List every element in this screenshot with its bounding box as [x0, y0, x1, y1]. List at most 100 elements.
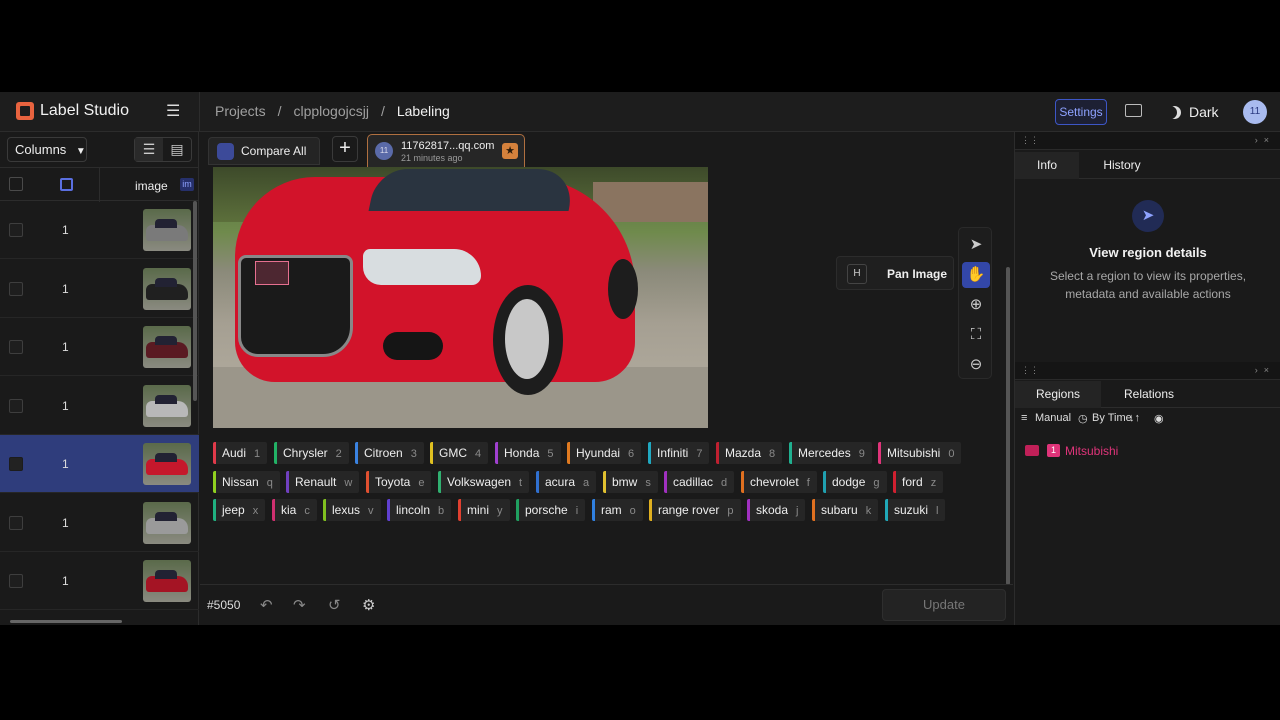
label-mini[interactable]: mini y — [458, 499, 510, 521]
breadcrumb-project[interactable]: clpplogojcsjj — [293, 103, 368, 119]
label-skoda[interactable]: skoda j — [747, 499, 806, 521]
user-avatar[interactable]: 11 — [1243, 100, 1267, 124]
panel-controls[interactable]: ›× — [1255, 135, 1275, 145]
star-icon[interactable]: ★ — [502, 143, 518, 159]
label-renault[interactable]: Renault w — [286, 470, 360, 493]
drag-handle-icon[interactable]: ⋮⋮ — [1021, 365, 1039, 376]
label-range-rover[interactable]: range rover p — [649, 499, 741, 521]
image-canvas[interactable] — [213, 167, 708, 428]
image-thumbnail[interactable] — [143, 326, 191, 368]
label-mercedes[interactable]: Mercedes 9 — [789, 442, 872, 464]
region-bounding-box[interactable] — [255, 261, 289, 285]
grid-view-icon[interactable]: ▤ — [163, 138, 191, 161]
tab-history[interactable]: History — [1085, 152, 1159, 179]
zoom-in-icon[interactable]: ⊕ — [962, 292, 990, 318]
table-row[interactable]: 1 — [0, 377, 199, 435]
label-lexus[interactable]: lexus v — [323, 499, 381, 521]
table-row[interactable]: 1 — [0, 318, 199, 376]
label-bmw[interactable]: bmw s — [603, 470, 658, 493]
table-row[interactable]: 1 — [0, 260, 199, 318]
table-row[interactable]: 1 — [0, 201, 199, 259]
tab-info[interactable]: Info — [1015, 152, 1079, 179]
label-dodge[interactable]: dodge g — [823, 470, 887, 493]
row-checkbox[interactable] — [9, 281, 23, 296]
label-ram[interactable]: ram o — [592, 499, 643, 521]
label-citroen[interactable]: Citroen 3 — [355, 442, 424, 464]
tab-regions[interactable]: Regions — [1015, 381, 1101, 408]
label-suzuki[interactable]: suzuki l — [885, 499, 946, 521]
image-thumbnail[interactable] — [143, 501, 191, 544]
row-checkbox[interactable] — [9, 574, 23, 588]
label-ford[interactable]: ford z — [893, 470, 944, 493]
redo-icon[interactable]: ↷ — [293, 596, 306, 614]
app-logo[interactable]: Label Studio — [16, 102, 129, 120]
image-thumbnail[interactable] — [143, 384, 191, 427]
add-annotation-button[interactable]: + — [332, 136, 358, 162]
label-lincoln[interactable]: lincoln b — [387, 499, 452, 521]
pan-hand-icon[interactable]: ✋ — [962, 262, 990, 288]
image-thumbnail[interactable] — [143, 267, 191, 310]
breadcrumb-projects[interactable]: Projects — [215, 103, 266, 119]
table-row[interactable]: 1 — [0, 494, 199, 552]
undo-icon[interactable]: ↶ — [260, 596, 273, 614]
tab-relations[interactable]: Relations — [1107, 381, 1191, 408]
settings-button[interactable]: Settings — [1055, 99, 1107, 125]
label-audi[interactable]: Audi 1 — [213, 442, 268, 464]
select-all-checkbox[interactable] — [9, 177, 23, 191]
list-view-icon[interactable]: ☰ — [135, 138, 163, 161]
label-volkswagen[interactable]: Volkswagen t — [438, 470, 530, 493]
label-infiniti[interactable]: Infiniti 7 — [648, 442, 710, 464]
settings-sliders-icon[interactable]: ⚙ — [362, 596, 375, 614]
label-mazda[interactable]: Mazda 8 — [716, 442, 783, 464]
manual-sort-label[interactable]: Manual — [1035, 412, 1071, 424]
canvas-scrollbar[interactable] — [1006, 267, 1010, 585]
label-acura[interactable]: acura a — [536, 470, 597, 493]
sort-direction-icon[interactable]: ↓↑ — [1129, 412, 1140, 424]
zoom-out-icon[interactable]: ⊖ — [962, 352, 990, 378]
theme-toggle[interactable]: Dark — [1162, 100, 1225, 124]
row-checkbox[interactable] — [9, 340, 23, 354]
row-checkbox[interactable] — [9, 457, 23, 471]
reset-icon[interactable]: ↺ — [328, 596, 341, 614]
label-cadillac[interactable]: cadillac d — [664, 470, 735, 493]
table-row[interactable]: 1 — [0, 552, 199, 610]
image-thumbnail[interactable] — [143, 443, 191, 485]
manual-sort-icon[interactable]: ≡ — [1021, 412, 1027, 424]
row-checkbox[interactable] — [9, 398, 23, 413]
image-thumbnail[interactable] — [143, 560, 191, 602]
label-gmc[interactable]: GMC 4 — [430, 442, 489, 464]
table-row[interactable]: 1 — [0, 435, 199, 493]
row-checkbox[interactable] — [9, 223, 23, 237]
image-thumbnail[interactable] — [143, 209, 191, 251]
menu-icon[interactable]: ☰ — [166, 104, 184, 120]
keyboard-shortcuts-icon[interactable] — [1125, 104, 1142, 117]
columns-dropdown[interactable]: Columns ▼ — [7, 137, 87, 162]
label-toyota[interactable]: Toyota e — [366, 470, 432, 493]
label-chrysler[interactable]: Chrysler 2 — [274, 442, 349, 464]
label-honda[interactable]: Honda 5 — [495, 442, 561, 464]
compare-all-button[interactable]: Compare All — [208, 137, 320, 165]
panel-controls[interactable]: ›× — [1255, 365, 1275, 375]
update-button[interactable]: Update — [882, 589, 1006, 621]
drag-handle-icon[interactable]: ⋮⋮ — [1021, 135, 1039, 146]
regions-panel-titlebar[interactable]: ⋮⋮ ›× — [1015, 362, 1280, 380]
label-mitsubishi[interactable]: Mitsubishi 0 — [878, 442, 962, 464]
region-item[interactable]: 1 Mitsubishi — [1015, 441, 1280, 463]
horizontal-scrollbar[interactable] — [10, 620, 122, 623]
fit-image-icon[interactable]: ⛶ — [962, 322, 990, 348]
image-column-header[interactable]: image — [135, 179, 168, 193]
label-porsche[interactable]: porsche i — [516, 499, 586, 521]
vertical-scrollbar[interactable] — [193, 201, 197, 401]
info-panel-titlebar[interactable]: ⋮⋮ ›× — [1015, 132, 1280, 150]
sort-by-time-label[interactable]: By Time — [1092, 412, 1132, 424]
eye-icon[interactable]: ◉ — [1154, 412, 1164, 425]
select-cursor-icon[interactable]: ➤ — [962, 232, 990, 258]
label-nissan[interactable]: Nissan q — [213, 470, 280, 493]
label-chevrolet[interactable]: chevrolet f — [741, 470, 817, 493]
label-kia[interactable]: kia c — [272, 499, 317, 521]
annotation-tab[interactable]: 11 11762817...qq.com 21 minutes ago ★ — [367, 134, 525, 167]
label-hyundai[interactable]: Hyundai 6 — [567, 442, 642, 464]
label-subaru[interactable]: subaru k — [812, 499, 879, 521]
label-jeep[interactable]: jeep x — [213, 499, 266, 521]
row-checkbox[interactable] — [9, 515, 23, 530]
